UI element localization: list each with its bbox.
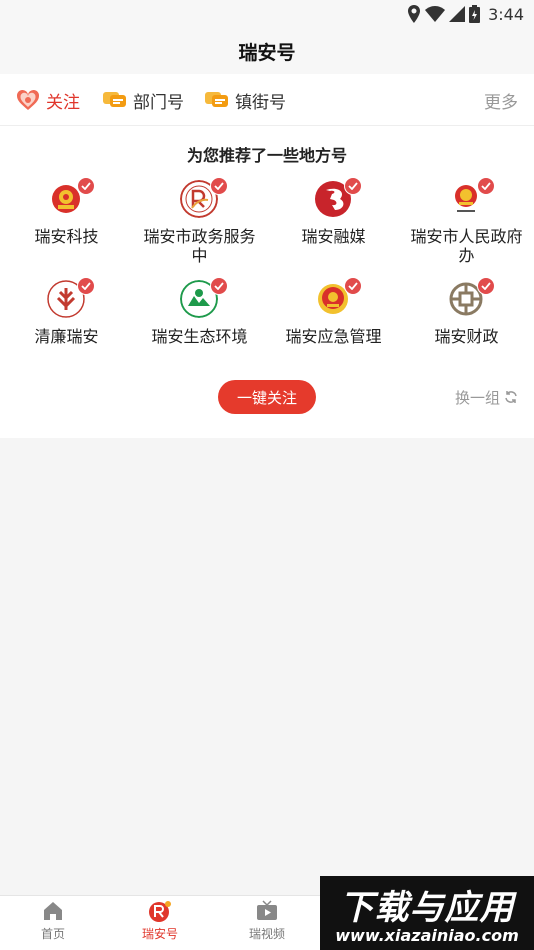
recommend-item-label: 清廉瑞安 (34, 327, 99, 346)
page-title: 瑞安号 (238, 41, 296, 64)
refresh-label: 换一组 (454, 388, 500, 407)
nav-ruian-label: 瑞安号 (141, 927, 178, 941)
recommend-item[interactable]: 瑞安融媒 (267, 177, 400, 278)
chat-badge-icon (205, 92, 228, 107)
recommend-item-label: 瑞安市人民政府办 (410, 227, 523, 265)
recommend-card: 为您推荐了一些地方号 瑞安科技 瑞安市政务服务中 瑞安融媒 瑞安市人民政府办 清… (0, 126, 534, 438)
tab-department[interactable]: 部门号 (103, 74, 184, 126)
nav-ruian[interactable]: 瑞安号 (120, 900, 200, 948)
checked-icon[interactable] (77, 277, 95, 295)
recommend-item-label: 瑞安融媒 (301, 227, 366, 246)
checked-icon[interactable] (344, 277, 362, 295)
tab-town-label: 镇街号 (235, 92, 286, 113)
recommend-item[interactable]: 瑞安市人民政府办 (400, 177, 533, 278)
tab-town[interactable]: 镇街号 (205, 74, 286, 126)
battery-icon (469, 5, 481, 23)
checked-icon[interactable] (477, 277, 495, 295)
recommend-item-label: 瑞安生态环境 (151, 327, 248, 346)
nav-home[interactable]: 首页 (13, 900, 93, 948)
tab-follow-label: 关注 (46, 92, 80, 113)
app-header: 瑞安号 (0, 28, 534, 74)
watermark-url: www.xiazainiao.com (335, 926, 519, 945)
status-bar: 3:44 (0, 0, 534, 28)
recommend-title: 为您推荐了一些地方号 (186, 146, 347, 165)
location-icon (408, 5, 421, 23)
recommend-item[interactable]: 瑞安生态环境 (133, 277, 266, 378)
refresh-icon (505, 391, 517, 403)
chat-badge-icon (103, 92, 126, 107)
nav-video[interactable]: 瑞视频 (227, 900, 307, 948)
tv-play-icon (257, 900, 277, 920)
checked-icon[interactable] (477, 177, 495, 195)
watermark: 下载与应用 www.xiazainiao.com (320, 876, 534, 950)
nav-video-label: 瑞视频 (248, 927, 285, 941)
nav-home-label: 首页 (40, 927, 65, 941)
tab-department-label: 部门号 (133, 92, 184, 113)
recommend-item-label: 瑞安财政 (434, 327, 499, 346)
tab-follow[interactable]: 关注 (16, 74, 80, 126)
recommend-item-label: 瑞安应急管理 (285, 327, 382, 346)
clock: 3:44 (488, 4, 524, 24)
checked-icon[interactable] (210, 277, 228, 295)
checked-icon[interactable] (77, 177, 95, 195)
signal-icon (449, 6, 466, 22)
refresh-button[interactable]: 换一组 (455, 385, 518, 409)
recommend-item[interactable]: 瑞安应急管理 (267, 277, 400, 378)
recommend-item-label: 瑞安科技 (34, 227, 99, 246)
status-icons: 3:44 (407, 3, 524, 25)
home-icon (44, 902, 62, 920)
recommend-item[interactable]: 瑞安科技 (0, 177, 133, 278)
heart-badge-icon (16, 89, 40, 110)
checked-icon[interactable] (344, 177, 362, 195)
recommend-item[interactable]: 瑞安市政务服务中 (133, 177, 266, 278)
follow-all-button[interactable]: 一键关注 (218, 380, 316, 414)
recommend-item[interactable]: 瑞安财政 (400, 277, 533, 378)
recommend-item[interactable]: 清廉瑞安 (0, 277, 133, 378)
recommend-item-label: 瑞安市政务服务中 (143, 227, 256, 265)
ruian-r-icon (149, 901, 171, 922)
tab-bar: 关注 部门号 镇街号 更多 (0, 74, 534, 126)
checked-icon[interactable] (210, 177, 228, 195)
more-link[interactable]: 更多 (484, 74, 518, 126)
wifi-icon (425, 6, 446, 22)
watermark-title: 下载与应用 (339, 888, 515, 928)
